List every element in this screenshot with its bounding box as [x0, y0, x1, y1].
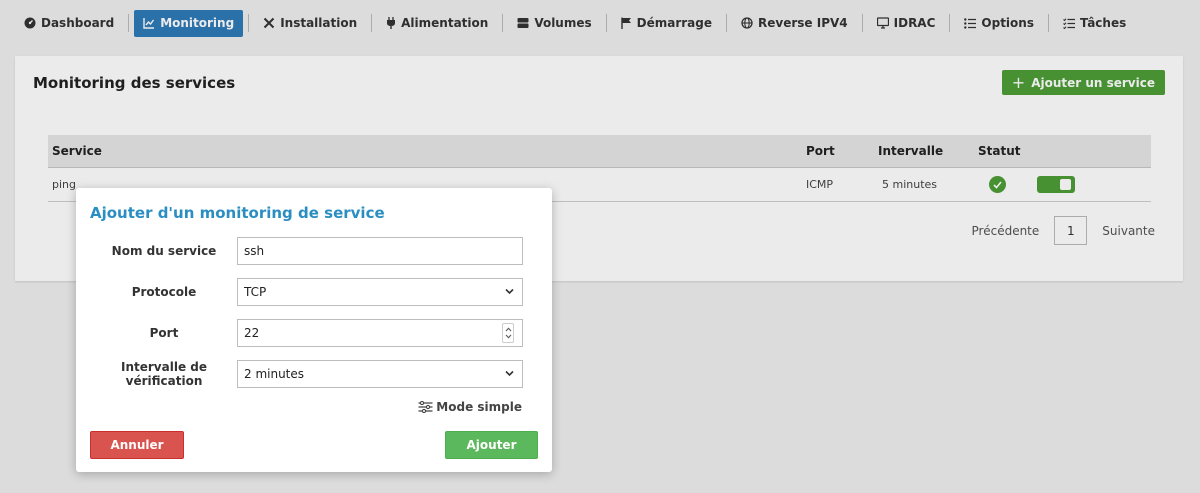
add-button[interactable]: Ajouter: [445, 431, 538, 459]
protocol-label: Protocole: [131, 285, 197, 299]
chevron-up-icon: [505, 327, 511, 332]
port-value: 22: [244, 326, 260, 340]
interval-label: Intervalle de vérification: [121, 360, 207, 388]
port-input[interactable]: 22: [237, 319, 523, 347]
cancel-button[interactable]: Annuler: [90, 431, 184, 459]
protocol-value: TCP: [244, 285, 267, 299]
add-monitoring-modal: Ajouter d'un monitoring de service Nom d…: [76, 188, 552, 472]
mode-simple-link[interactable]: Mode simple: [418, 400, 522, 414]
port-label: Port: [149, 326, 179, 340]
form-row-protocol: Protocole TCP: [76, 278, 552, 306]
form-row-service-name: Nom du service ssh: [76, 237, 552, 265]
interval-select[interactable]: 2 minutes: [237, 360, 523, 388]
protocol-select[interactable]: TCP: [237, 278, 523, 306]
service-name-input[interactable]: ssh: [237, 237, 523, 265]
sliders-icon: [418, 401, 433, 413]
form-row-interval: Intervalle de vérification 2 minutes: [76, 360, 552, 388]
service-name-value: ssh: [244, 244, 265, 258]
service-name-label: Nom du service: [111, 244, 217, 258]
form-row-port: Port 22: [76, 319, 552, 347]
chevron-down-icon: [505, 370, 514, 377]
mode-simple-label: Mode simple: [436, 400, 522, 414]
port-stepper[interactable]: [502, 323, 514, 343]
chevron-down-icon: [505, 334, 511, 339]
interval-value: 2 minutes: [244, 367, 305, 381]
chevron-down-icon: [505, 288, 514, 295]
modal-title: Ajouter d'un monitoring de service: [90, 204, 385, 222]
